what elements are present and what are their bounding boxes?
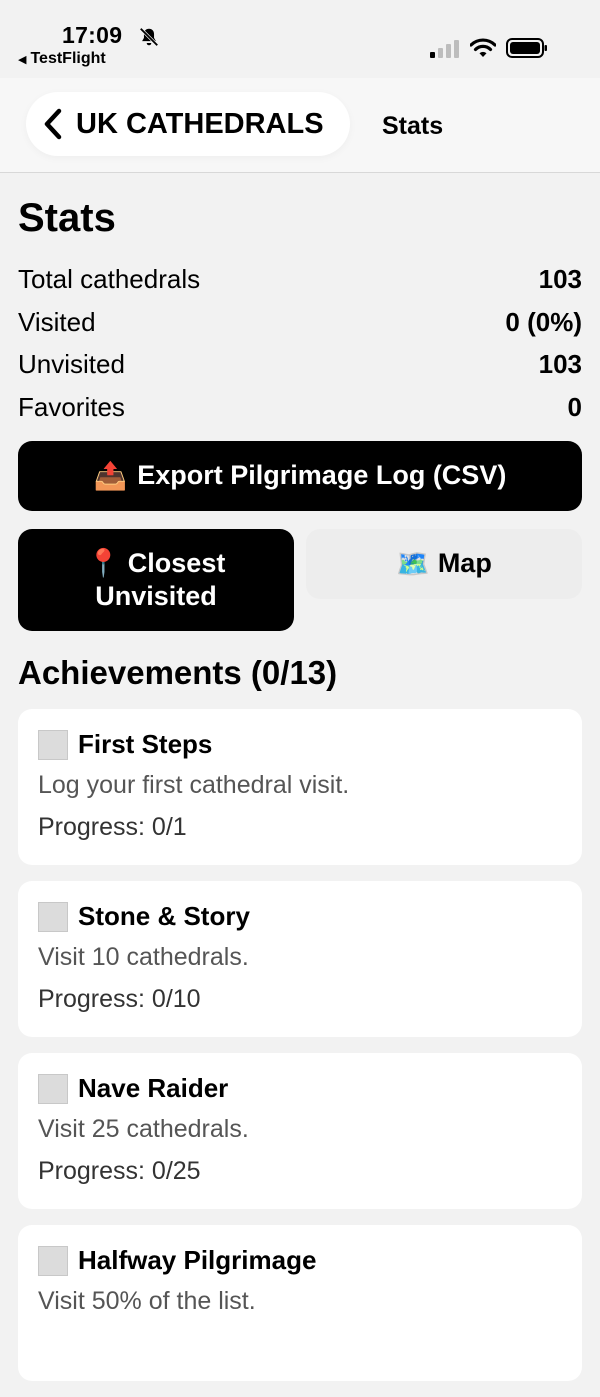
achievement-title: First Steps — [78, 729, 213, 760]
stat-value: 0 — [567, 391, 582, 422]
outbox-tray-icon: 📤 — [93, 460, 128, 491]
checkbox-icon — [38, 729, 68, 760]
achievement-card: Nave Raider Visit 25 cathedrals. Progres… — [18, 1052, 582, 1209]
nav-back-button[interactable]: UK CATHEDRALS — [26, 92, 350, 156]
achievement-title-row: Nave Raider — [38, 1071, 562, 1107]
status-bar: 17:09 ◀ TestFlight — [0, 0, 600, 78]
stat-row-favorites: Favorites 0 — [18, 386, 582, 429]
nav-back-label: UK CATHEDRALS — [76, 107, 324, 140]
export-log-button[interactable]: 📤 Export Pilgrimage Log (CSV) — [18, 440, 582, 511]
achievement-description: Log your first cathedral visit. — [38, 770, 350, 799]
export-log-label: Export Pilgrimage Log (CSV) — [137, 460, 507, 491]
bell-slash-icon — [139, 27, 159, 47]
stat-value: 103 — [538, 349, 582, 380]
achievement-description: Visit 50% of the list. — [38, 1286, 256, 1315]
back-app-label: TestFlight — [30, 50, 106, 67]
stat-value: 0 (0%) — [505, 306, 582, 337]
checkbox-icon — [38, 1073, 68, 1104]
closest-label: Closest — [127, 547, 226, 578]
status-time: 17:09 — [62, 22, 123, 48]
stat-row-visited: Visited 0 (0%) — [18, 301, 582, 344]
achievement-title: Nave Raider — [78, 1073, 229, 1104]
closest-unvisited-line2: Unvisited — [95, 580, 217, 611]
pin-icon: 📍 — [86, 547, 121, 578]
stats-content: Stats Total cathedrals 103 Visited 0 (0%… — [18, 172, 582, 1397]
chevron-left-icon — [44, 108, 62, 140]
stat-label: Total cathedrals — [18, 263, 201, 294]
stat-value: 103 — [538, 263, 582, 294]
stat-row-unvisited: Unvisited 103 — [18, 343, 582, 386]
signal-icon — [430, 40, 459, 58]
stat-label: Favorites — [18, 391, 125, 422]
wifi-icon — [470, 38, 496, 57]
page-title: Stats — [18, 196, 116, 240]
achievement-card: Stone & Story Visit 10 cathedrals. Progr… — [18, 880, 582, 1037]
achievement-title: Stone & Story — [78, 901, 250, 932]
back-triangle-icon: ◀ — [18, 53, 27, 66]
achievement-progress: Progress: 0/1 — [38, 812, 187, 841]
closest-unvisited-line1: 📍 Closest — [87, 547, 226, 580]
map-button[interactable]: 🗺️ Map — [306, 528, 582, 599]
achievement-description: Visit 25 cathedrals. — [38, 1114, 249, 1143]
map-label: Map — [437, 548, 492, 579]
back-to-app-link[interactable]: ◀ TestFlight — [18, 50, 106, 68]
stat-row-total: Total cathedrals 103 — [18, 258, 582, 301]
stat-label: Unvisited — [18, 349, 125, 380]
achievement-title: Halfway Pilgrimage — [78, 1245, 317, 1276]
closest-unvisited-button[interactable]: 📍 Closest Unvisited — [18, 528, 294, 631]
achievement-card: Halfway Pilgrimage Visit 50% of the list… — [18, 1224, 582, 1381]
stat-label: Visited — [18, 306, 96, 337]
achievement-progress: Progress: 0/10 — [38, 984, 201, 1013]
nav-title: Stats — [382, 112, 444, 140]
checkbox-icon — [38, 1245, 68, 1276]
achievement-progress: Progress: 0/25 — [38, 1156, 201, 1185]
achievement-title-row: Stone & Story — [38, 899, 562, 935]
navigation-bar: UK CATHEDRALS Stats — [0, 78, 600, 173]
achievement-title-row: First Steps — [38, 727, 562, 763]
action-button-row: 📍 Closest Unvisited 🗺️ Map — [18, 528, 582, 631]
achievement-description: Visit 10 cathedrals. — [38, 942, 249, 971]
achievement-card: First Steps Log your first cathedral vis… — [18, 708, 582, 865]
battery-icon — [506, 38, 547, 58]
checkbox-icon — [38, 901, 68, 932]
achievement-title-row: Halfway Pilgrimage — [38, 1243, 562, 1279]
achievements-title: Achievements (0/13) — [18, 653, 338, 691]
map-icon: 🗺️ — [396, 548, 430, 579]
